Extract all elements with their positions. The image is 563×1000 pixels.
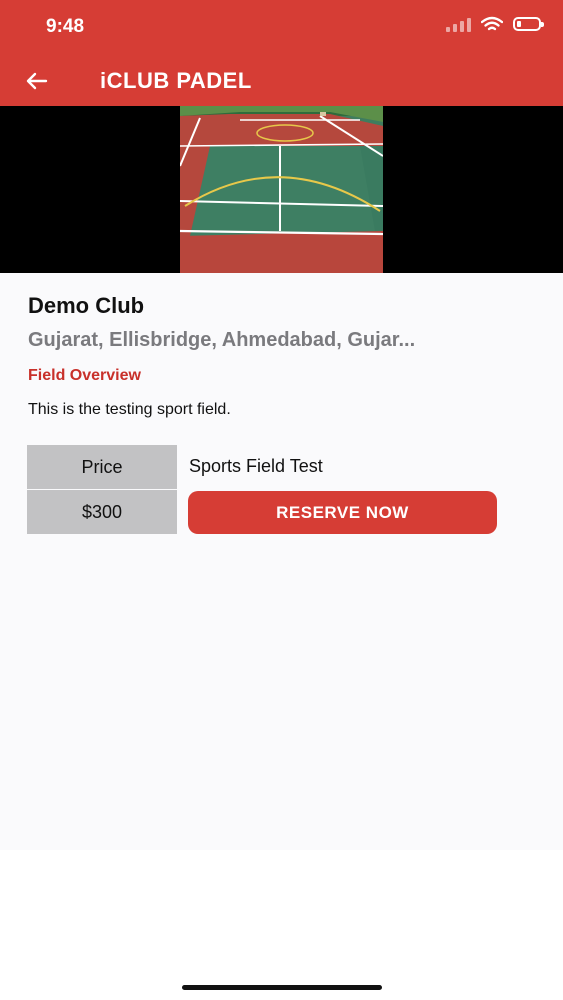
wifi-icon bbox=[481, 16, 503, 31]
club-address: Gujarat, Ellisbridge, Ahmedabad, Gujar..… bbox=[28, 329, 416, 351]
nav-title: iCLUB PADEL bbox=[100, 68, 252, 93]
cellular-signal-icon bbox=[446, 16, 471, 32]
arrow-left-icon bbox=[26, 72, 48, 90]
padel-court-photo bbox=[180, 106, 383, 273]
status-bar: 9:48 bbox=[0, 0, 563, 56]
price-label: Price bbox=[27, 445, 177, 489]
field-overview-heading: Field Overview bbox=[28, 367, 141, 384]
club-name: Demo Club bbox=[28, 293, 145, 318]
club-hero-image bbox=[0, 106, 563, 273]
battery-level bbox=[517, 21, 521, 27]
price-value: $300 bbox=[27, 490, 177, 534]
club-details: Demo Club Gujarat, Ellisbridge, Ahmedaba… bbox=[0, 273, 563, 850]
home-indicator[interactable] bbox=[182, 985, 382, 990]
field-overview-description: This is the testing sport field. bbox=[28, 401, 231, 418]
reserve-now-button[interactable]: RESERVE NOW bbox=[188, 491, 497, 534]
battery-icon bbox=[513, 17, 544, 31]
nav-bar: iCLUB PADEL bbox=[0, 56, 563, 106]
back-button[interactable] bbox=[22, 66, 52, 96]
status-icons bbox=[446, 16, 544, 32]
status-time: 9:48 bbox=[46, 16, 85, 37]
field-name: Sports Field Test bbox=[189, 456, 323, 476]
